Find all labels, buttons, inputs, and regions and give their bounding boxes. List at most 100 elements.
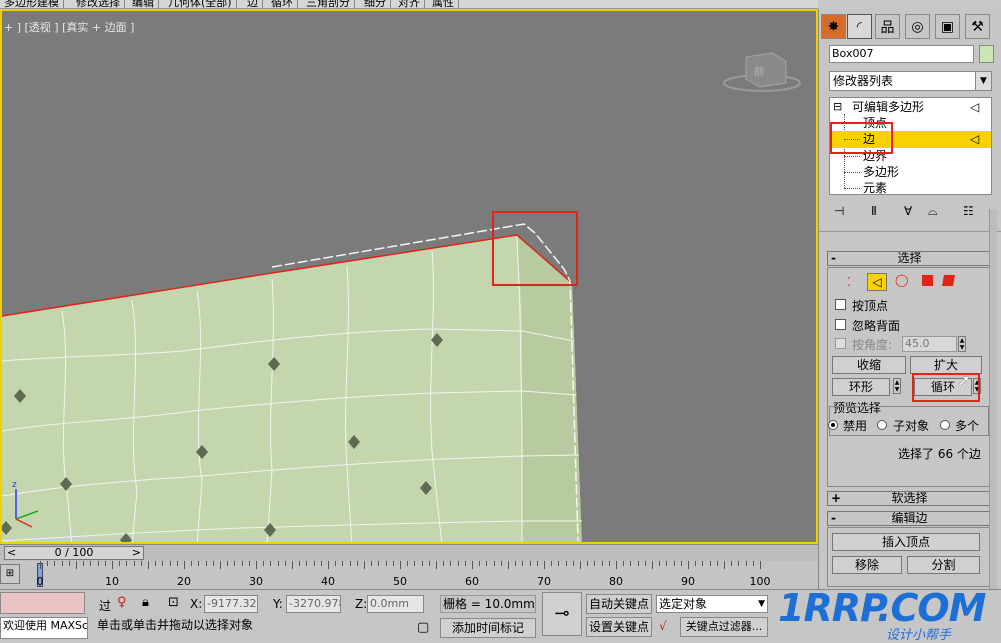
rollout-soft-selection-header[interactable]: + 软选择 [827, 491, 992, 506]
element-mode-icon[interactable] [942, 275, 955, 286]
ruler-tick [702, 561, 704, 566]
chevron-down-icon[interactable]: ▼ [975, 72, 991, 90]
add-time-tag-button[interactable]: 添加时间标记 [440, 618, 536, 638]
viewport-label[interactable]: + ] [透视 ] [真实 + 边面 ] [4, 19, 134, 35]
frame-counter[interactable]: < 0 / 100 > [4, 546, 144, 560]
time-slider[interactable]: < 0 / 100 > [0, 544, 818, 561]
object-name-field[interactable]: Box007 [829, 45, 974, 63]
border-mode-icon[interactable]: ◯ [895, 273, 908, 287]
key-filter-dropdown[interactable]: 选定对象 ▼ [656, 595, 768, 613]
ring-spinner[interactable]: ▲ ▼ [893, 378, 901, 394]
x-coordinate-field[interactable]: -9177.326r [204, 595, 258, 613]
ruler-tick [551, 561, 553, 566]
stack-item-editable-poly[interactable]: ⊟ 可编辑多边形 ◁ [830, 99, 991, 115]
ruler-tick-label: 10 [105, 575, 119, 588]
ruler-tick-label: 50 [393, 575, 407, 588]
remove-modifier-icon[interactable]: ⌓ [928, 204, 938, 219]
edge-mode-icon[interactable]: ◁ [867, 273, 887, 291]
auto-key-button[interactable]: 自动关键点 [586, 594, 652, 614]
ignore-backfacing-checkbox[interactable] [835, 319, 846, 330]
stack-item-element[interactable]: 元素 [830, 180, 991, 194]
set-key-button[interactable]: 设置关键点 [586, 617, 652, 637]
grid-spacing: 栅格 = 10.0mm [440, 595, 536, 613]
remove-button[interactable]: 移除 [832, 556, 902, 574]
ruler-tick [112, 561, 113, 569]
configure-sets-icon[interactable]: ☷ [963, 204, 974, 218]
ribbon-tab-properties[interactable]: 属性 [428, 0, 459, 8]
ruler-tick [313, 561, 315, 566]
isolate-icon[interactable]: ♀ [117, 595, 127, 610]
ribbon-tab-align[interactable]: 对齐 [394, 0, 425, 8]
ruler-tick [241, 561, 243, 566]
ribbon-tab-modify-selection[interactable]: 修改选择 [72, 0, 125, 8]
ribbon-tab-triangulation[interactable]: 三角剖分 [302, 0, 355, 8]
collapse-icon[interactable]: ⊟ [833, 99, 842, 115]
shrink-button[interactable]: 收缩 [832, 356, 906, 374]
ribbon-tab-subdivision[interactable]: 细分 [360, 0, 391, 8]
motion-icon[interactable]: ◎ [905, 14, 930, 39]
maxscript-mini-listener[interactable]: 欢迎使用 MAXSc [0, 617, 88, 639]
ribbon-tab-geometry-all[interactable]: 几何体(全部) [164, 0, 237, 8]
mesh-side-face[interactable] [517, 235, 582, 542]
viewcube-icon[interactable]: 前 [723, 52, 801, 92]
ribbon-tab-loops[interactable]: 循环 [267, 0, 298, 8]
absolute-mode-icon[interactable]: ⊡ [168, 595, 179, 610]
ruler-tick [508, 561, 509, 569]
ring-button[interactable]: 环形 [832, 378, 890, 396]
prev-frame-icon[interactable]: < [7, 547, 16, 559]
grow-button[interactable]: 扩大 [910, 356, 982, 374]
ribbon-tab-edit[interactable]: 编辑 [128, 0, 159, 8]
ruler-tick [400, 561, 401, 569]
key-filters-button[interactable]: 关键点过滤器... [680, 617, 768, 637]
edge-mode-icon: ◁ [970, 132, 980, 146]
viewport-canvas[interactable]: 前 z [2, 11, 816, 542]
by-vertex-checkbox[interactable] [835, 299, 846, 310]
show-end-result-icon[interactable]: Ⅱ [871, 204, 877, 218]
preview-off-radio[interactable] [828, 420, 838, 430]
ruler-tick [623, 561, 625, 566]
key-mode-icon[interactable]: √ [659, 619, 667, 633]
hierarchy-icon[interactable]: 品 [875, 14, 900, 39]
display-icon[interactable]: ▣ [935, 14, 960, 39]
perspective-viewport[interactable]: 前 z + ] [透视 ] [真实 + 边面 ] [0, 9, 818, 544]
modify-icon[interactable]: ◜ [847, 14, 872, 39]
stack-item-polygon[interactable]: 多边形 [830, 164, 991, 180]
utilities-icon[interactable]: ⚒ [965, 14, 990, 39]
ruler-tick [738, 561, 740, 566]
panel-scrollbar[interactable] [989, 209, 997, 589]
z-coordinate-field[interactable]: 0.0mm [367, 595, 424, 613]
preview-multi-radio[interactable] [940, 420, 950, 430]
mesh-surface[interactable] [2, 235, 582, 542]
object-color-swatch[interactable] [979, 45, 994, 63]
ruler-tick [565, 561, 567, 566]
set-key-icon[interactable]: ⊸ [542, 592, 582, 636]
time-tag-icon[interactable]: ▢ [417, 620, 429, 635]
ruler-tick-label: 100 [749, 575, 771, 588]
ruler-tick [450, 561, 452, 566]
rollout-selection-header[interactable]: - 选择 [827, 251, 992, 266]
insert-vertex-button[interactable]: 插入顶点 [832, 533, 980, 551]
make-unique-icon[interactable]: ∀ [904, 204, 912, 218]
track-bar[interactable]: ⊞ 0 10 20 30 40 50 60 70 80 90 100 [0, 561, 818, 589]
vertex-mode-icon[interactable]: ⁚ [847, 275, 851, 289]
next-frame-icon[interactable]: > [132, 547, 141, 559]
polygon-mode-icon[interactable] [922, 275, 933, 286]
rollout-edit-edges-header[interactable]: - 编辑边 [827, 511, 992, 526]
lock-icon[interactable]: 🔒︎ [142, 595, 149, 610]
modifier-list-dropdown[interactable]: 修改器列表 ▼ [829, 71, 992, 91]
mouse-cursor-icon: ➚ [957, 371, 971, 390]
preview-subobject-radio[interactable] [877, 420, 887, 430]
ruler-tick [263, 561, 265, 566]
ruler-tick [54, 561, 56, 566]
maxscript-listener[interactable] [0, 592, 85, 614]
ruler-tick-label: 40 [321, 575, 335, 588]
ruler-tick [342, 561, 344, 566]
create-icon[interactable]: ✸ [821, 14, 846, 39]
y-coordinate-field[interactable]: -3270.978r [286, 595, 341, 613]
chevron-down-icon[interactable]: ▼ [758, 596, 765, 612]
pin-stack-icon[interactable]: ⊣ [834, 204, 844, 218]
ribbon-tab-polygon-modeling[interactable]: 多边形建模 [0, 0, 64, 8]
split-button[interactable]: 分割 [907, 556, 980, 574]
ribbon-tab-edges[interactable]: 边 [243, 0, 263, 8]
ruler-tick [328, 561, 329, 569]
